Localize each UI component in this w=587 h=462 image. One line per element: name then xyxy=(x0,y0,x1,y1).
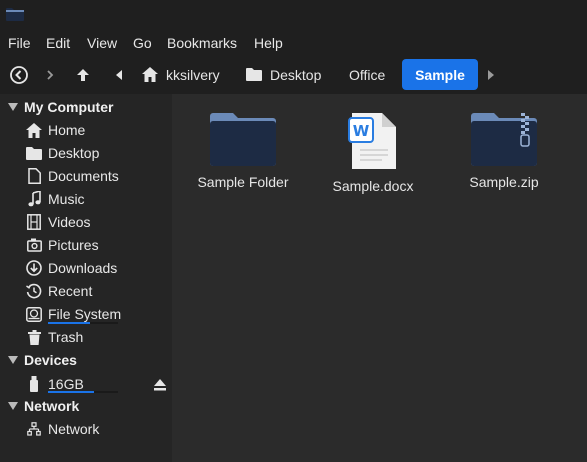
file-view: Sample Folder W Sample.docx Sample.zip xyxy=(172,94,587,462)
expand-triangle-icon xyxy=(8,103,18,111)
zip-folder-icon xyxy=(471,113,537,166)
file-name: Sample Folder xyxy=(197,174,289,190)
up-button[interactable] xyxy=(72,56,94,94)
sidebar: My Computer Home Desktop Documents Music… xyxy=(0,94,172,462)
music-note-icon xyxy=(26,191,42,207)
sidebar-item-label: Desktop xyxy=(48,145,100,161)
camera-icon xyxy=(26,237,42,253)
docx-icon: W xyxy=(348,113,396,169)
sidebar-item-home[interactable]: Home xyxy=(26,119,166,141)
folder-icon xyxy=(210,113,276,166)
title-bar xyxy=(0,0,587,30)
sidebar-item-label: Videos xyxy=(48,214,91,230)
sidebar-item-videos[interactable]: Videos xyxy=(26,211,166,233)
history-icon xyxy=(26,283,42,299)
breadcrumb-scroll-left[interactable] xyxy=(110,56,128,94)
trash-icon xyxy=(26,329,42,345)
breadcrumb-scroll-right[interactable] xyxy=(484,56,498,94)
file-name: Sample.docx xyxy=(332,178,414,194)
section-title: My Computer xyxy=(24,99,114,115)
sidebar-item-recent[interactable]: Recent xyxy=(26,280,166,302)
menu-edit[interactable]: Edit xyxy=(46,35,70,51)
breadcrumb-label: Sample xyxy=(415,66,465,83)
section-title: Network xyxy=(24,398,80,414)
sidebar-item-label: Recent xyxy=(48,283,93,299)
sidebar-item-music[interactable]: Music xyxy=(26,188,166,210)
breadcrumb-sample[interactable]: Sample xyxy=(402,59,478,90)
folder-icon xyxy=(26,145,42,161)
forward-button[interactable] xyxy=(40,56,60,94)
section-network[interactable]: Network xyxy=(8,396,79,416)
file-item-sample-zip[interactable]: Sample.zip xyxy=(449,112,559,190)
home-icon xyxy=(142,67,158,82)
sidebar-item-downloads[interactable]: Downloads xyxy=(26,257,166,279)
back-button[interactable] xyxy=(6,56,32,94)
section-my-computer[interactable]: My Computer xyxy=(8,97,113,117)
download-circle-icon xyxy=(26,260,42,276)
menu-view[interactable]: View xyxy=(87,35,117,51)
sidebar-item-label: 16GB xyxy=(48,376,84,392)
sidebar-item-label: Downloads xyxy=(48,260,118,276)
file-system-usage-bar xyxy=(48,322,118,324)
app-folder-icon xyxy=(6,7,24,26)
file-item-sample-docx[interactable]: W Sample.docx xyxy=(318,112,428,194)
toolbar: kksilvery Desktop Office Sample xyxy=(0,56,587,94)
section-title: Devices xyxy=(24,352,77,368)
triangle-right-icon xyxy=(488,70,494,80)
sidebar-item-label: Music xyxy=(48,191,85,207)
file-name: Sample.zip xyxy=(469,174,539,190)
sidebar-item-network[interactable]: Network xyxy=(26,418,166,440)
usage-fill xyxy=(48,391,94,393)
breadcrumb-office[interactable]: Office xyxy=(339,59,395,90)
sidebar-item-pictures[interactable]: Pictures xyxy=(26,234,166,256)
svg-text:W: W xyxy=(353,122,370,140)
document-icon xyxy=(26,168,42,184)
sidebar-item-label: File System xyxy=(48,306,122,322)
back-circle-icon xyxy=(10,66,28,84)
menu-bar: File Edit View Go Bookmarks Help xyxy=(0,30,587,56)
menu-help[interactable]: Help xyxy=(254,35,283,51)
section-devices[interactable]: Devices xyxy=(8,350,77,370)
sidebar-item-label: Pictures xyxy=(48,237,99,253)
sidebar-item-label: Trash xyxy=(48,329,84,345)
film-icon xyxy=(26,214,42,230)
home-icon xyxy=(26,122,42,138)
device-usage-bar xyxy=(48,391,118,393)
network-icon xyxy=(26,421,42,437)
arrow-up-icon xyxy=(77,69,89,81)
folder-icon xyxy=(246,68,262,81)
breadcrumb-label: kksilvery xyxy=(166,66,220,83)
breadcrumb-label: Desktop xyxy=(270,66,322,83)
chevron-right-icon xyxy=(47,70,54,80)
sidebar-item-desktop[interactable]: Desktop xyxy=(26,142,166,164)
usb-drive-icon xyxy=(26,376,42,392)
sidebar-item-trash[interactable]: Trash xyxy=(26,326,166,348)
expand-triangle-icon xyxy=(8,402,18,410)
sidebar-item-label: Documents xyxy=(48,168,119,184)
breadcrumb-kksilvery[interactable]: kksilvery xyxy=(132,59,230,90)
usage-fill xyxy=(48,322,90,324)
triangle-left-icon xyxy=(116,70,122,80)
drive-icon xyxy=(26,306,42,322)
breadcrumb-label: Office xyxy=(349,66,386,83)
eject-button[interactable] xyxy=(153,378,167,396)
sidebar-item-label: Network xyxy=(48,421,100,437)
breadcrumb-desktop[interactable]: Desktop xyxy=(236,59,331,90)
sidebar-item-documents[interactable]: Documents xyxy=(26,165,166,187)
eject-icon xyxy=(154,379,166,391)
menu-file[interactable]: File xyxy=(8,35,31,51)
file-item-sample-folder[interactable]: Sample Folder xyxy=(188,112,298,190)
menu-go[interactable]: Go xyxy=(133,35,152,51)
sidebar-item-label: Home xyxy=(48,122,86,138)
expand-triangle-icon xyxy=(8,356,18,364)
menu-bookmarks[interactable]: Bookmarks xyxy=(167,35,237,51)
